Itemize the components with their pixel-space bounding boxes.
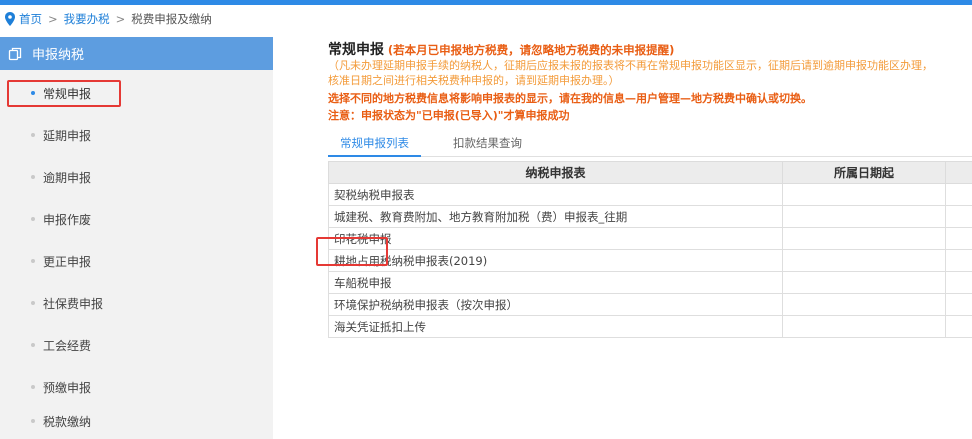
table-row: 海关凭证抵扣上传 bbox=[328, 315, 972, 338]
declaration-table: 纳税申报表 所属日期起 契税纳税申报表 城建税、教育费附加、地方教育附加税（费）… bbox=[328, 161, 972, 338]
table-row: 耕地占用税纳税申报表(2019) bbox=[328, 249, 972, 272]
sidebar-item-label: 更正申报 bbox=[43, 254, 92, 269]
location-pin-icon bbox=[5, 12, 15, 26]
sidebar-item-label: 申报作废 bbox=[43, 212, 92, 227]
page-title-line: 常规申报 (若本月已申报地方税费，请忽略地方税费的未申报提醒) bbox=[328, 39, 674, 59]
column-header-period-start: 所属日期起 bbox=[782, 161, 946, 184]
bullet-icon bbox=[31, 217, 35, 221]
sidebar-item-correct-declare[interactable]: 更正申报 bbox=[0, 250, 273, 272]
breadcrumb-separator: > bbox=[115, 12, 126, 26]
period-start-cell bbox=[782, 293, 946, 316]
page-title: 常规申报 bbox=[328, 42, 384, 58]
breadcrumb-current: 税费申报及缴纳 bbox=[131, 12, 212, 26]
extra-cell bbox=[945, 249, 972, 272]
tab-bar: 常规申报列表 扣款结果查询 bbox=[328, 135, 972, 157]
sidebar-item-tax-payment[interactable]: 税款缴纳 bbox=[0, 410, 273, 432]
sidebar-item-union-fee[interactable]: 工会经费 bbox=[0, 334, 273, 356]
table-row: 车船税申报 bbox=[328, 271, 972, 294]
bullet-icon bbox=[31, 259, 35, 263]
bullet-icon bbox=[31, 133, 35, 137]
sidebar-item-label: 常规申报 bbox=[43, 86, 92, 101]
table-row: 城建税、教育费附加、地方教育附加税（费）申报表_往期 bbox=[328, 205, 972, 228]
table-row: 环境保护税纳税申报表（按次申报） bbox=[328, 293, 972, 316]
period-start-cell bbox=[782, 227, 946, 250]
sidebar-item-label: 社保费申报 bbox=[43, 296, 104, 311]
extra-cell bbox=[945, 293, 972, 316]
sidebar-item-label: 预缴申报 bbox=[43, 380, 92, 395]
form-name-cell[interactable]: 契税纳税申报表 bbox=[328, 183, 783, 206]
notice-line-2: 核准日期之间进行相关税费种申报的，请到延期申报办理。） bbox=[328, 74, 620, 87]
bullet-icon bbox=[31, 91, 35, 95]
tab-deduction-result-query[interactable]: 扣款结果查询 bbox=[453, 135, 522, 157]
period-start-cell bbox=[782, 249, 946, 272]
bullet-icon bbox=[31, 301, 35, 305]
form-name-cell[interactable]: 海关凭证抵扣上传 bbox=[328, 315, 783, 338]
breadcrumb: 首页 > 我要办税 > 税费申报及缴纳 bbox=[4, 10, 212, 28]
breadcrumb-level2-link[interactable]: 我要办税 bbox=[64, 11, 110, 27]
extra-cell bbox=[945, 315, 972, 338]
breadcrumb-home-link[interactable]: 首页 bbox=[19, 11, 42, 27]
sidebar-item-label: 工会经费 bbox=[43, 338, 92, 353]
bullet-icon bbox=[31, 419, 35, 423]
top-bar bbox=[0, 0, 972, 5]
form-name-cell[interactable]: 城建税、教育费附加、地方教育附加税（费）申报表_往期 bbox=[328, 205, 783, 228]
sidebar-item-extension-declare[interactable]: 延期申报 bbox=[0, 124, 273, 146]
tab-regular-declare-list[interactable]: 常规申报列表 bbox=[328, 135, 421, 157]
title-note: (若本月已申报地方税费，请忽略地方税费的未申报提醒) bbox=[387, 43, 675, 57]
form-name-cell[interactable]: 耕地占用税纳税申报表(2019) bbox=[328, 249, 783, 272]
period-start-cell bbox=[782, 205, 946, 228]
sidebar-item-label: 税款缴纳 bbox=[43, 414, 92, 429]
sidebar-item-label: 逾期申报 bbox=[43, 170, 92, 185]
table-row: 印花税申报 bbox=[328, 227, 972, 250]
bullet-icon bbox=[31, 385, 35, 389]
bullet-icon bbox=[31, 175, 35, 179]
extra-cell bbox=[945, 183, 972, 206]
sidebar-item-label: 延期申报 bbox=[43, 128, 92, 143]
form-name-cell[interactable]: 环境保护税纳税申报表（按次申报） bbox=[328, 293, 783, 316]
period-start-cell bbox=[782, 271, 946, 294]
sidebar-header-declare-tax[interactable]: 申报纳税 bbox=[0, 37, 273, 70]
column-header-form-name: 纳税申报表 bbox=[328, 161, 783, 184]
breadcrumb-separator: > bbox=[48, 12, 58, 26]
table-row: 契税纳税申报表 bbox=[328, 183, 972, 206]
sidebar-item-regular-declare[interactable]: 常规申报 bbox=[0, 82, 273, 104]
sidebar-header-label: 申报纳税 bbox=[32, 48, 85, 63]
notice-line-3: 选择不同的地方税费信息将影响申报表的显示，请在我的信息—用户管理—地方税费中确认… bbox=[328, 92, 812, 105]
copy-icon bbox=[8, 47, 22, 60]
sidebar-item-void-declare[interactable]: 申报作废 bbox=[0, 208, 273, 230]
extra-cell bbox=[945, 227, 972, 250]
form-name-cell[interactable]: 车船税申报 bbox=[328, 271, 783, 294]
sidebar-item-prepay-declare[interactable]: 预缴申报 bbox=[0, 376, 273, 398]
extra-cell bbox=[945, 271, 972, 294]
sidebar-item-overdue-declare[interactable]: 逾期申报 bbox=[0, 166, 273, 188]
notice-line-1: （凡未办理延期申报手续的纳税人，征期后应报未报的报表将不再在常规申报功能区显示，… bbox=[328, 59, 933, 72]
sidebar-item-social-insurance[interactable]: 社保费申报 bbox=[0, 292, 273, 314]
period-start-cell bbox=[782, 315, 946, 338]
extra-cell bbox=[945, 205, 972, 228]
period-start-cell bbox=[782, 183, 946, 206]
notice-line-4: 注意：申报状态为"已申报(已导入)"才算申报成功 bbox=[328, 109, 570, 122]
form-name-cell[interactable]: 印花税申报 bbox=[328, 227, 783, 250]
table-header-row: 纳税申报表 所属日期起 bbox=[328, 161, 972, 184]
bullet-icon bbox=[31, 343, 35, 347]
column-header-extra bbox=[945, 161, 972, 184]
